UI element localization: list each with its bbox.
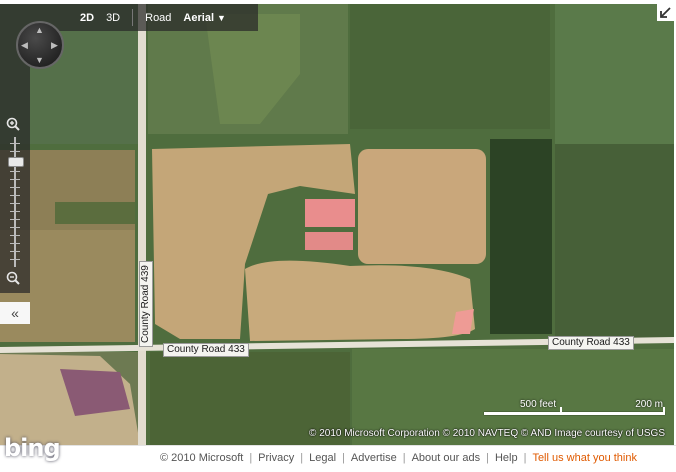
zoom-tick xyxy=(10,259,20,260)
footer-separator: | xyxy=(523,452,527,464)
footer-separator: | xyxy=(402,452,406,464)
zoom-tick xyxy=(10,195,20,196)
footer-separator: | xyxy=(342,452,345,464)
footer-legal-link[interactable]: Legal xyxy=(309,452,336,464)
footer-about-ads-link[interactable]: About our ads xyxy=(412,452,481,464)
scale-feet-label: 500 feet xyxy=(520,399,557,410)
footer-privacy-link[interactable]: Privacy xyxy=(258,452,294,464)
zoom-tick xyxy=(10,143,20,144)
zoom-tick xyxy=(10,235,20,236)
footer-feedback-link[interactable]: Tell us what you think xyxy=(532,452,637,464)
footer-separator: | xyxy=(249,452,253,464)
footer-copyright: © 2010 Microsoft xyxy=(160,452,244,464)
zoom-tick xyxy=(10,151,20,152)
aerial-style-label: Aerial xyxy=(183,11,214,24)
road-label-county-road-439: County Road 439 xyxy=(139,261,153,347)
aerial-style-button[interactable]: Aerial ▼ xyxy=(177,12,232,24)
footer-advertise-link[interactable]: Advertise xyxy=(351,452,397,464)
zoom-tick xyxy=(10,179,20,180)
zoom-slider-thumb[interactable] xyxy=(8,157,24,167)
footer-separator: | xyxy=(300,452,304,464)
collapse-nav-button[interactable]: « xyxy=(0,302,30,324)
bing-logo[interactable]: bing xyxy=(4,434,61,462)
road-style-button[interactable]: Road xyxy=(139,12,177,24)
chevron-down-icon: ▼ xyxy=(217,12,226,23)
zoom-tick xyxy=(10,203,20,204)
toolbar-divider xyxy=(132,9,134,26)
zoom-tick xyxy=(10,227,20,228)
footer-help-link[interactable]: Help xyxy=(495,452,518,464)
zoom-tick xyxy=(10,187,20,188)
pan-down-icon[interactable]: ▼ xyxy=(35,56,44,65)
pan-right-icon[interactable]: ▶ xyxy=(51,41,58,50)
scale-tick xyxy=(560,407,562,413)
scale-bar-line xyxy=(484,412,665,415)
expand-map-icon[interactable] xyxy=(657,4,674,21)
road-label-county-road-433-east: County Road 433 xyxy=(548,336,634,350)
road-label-county-road-433-west: County Road 433 xyxy=(163,343,249,357)
zoom-out-icon[interactable] xyxy=(6,271,20,285)
zoom-tick xyxy=(10,243,20,244)
view-2d-button[interactable]: 2D xyxy=(74,12,100,24)
zoom-tick xyxy=(10,219,20,220)
pan-compass-control[interactable]: ▲ ▼ ◀ ▶ xyxy=(16,21,64,69)
pan-left-icon[interactable]: ◀ xyxy=(21,41,28,50)
scale-bar: 500 feet 200 m xyxy=(484,397,665,421)
aerial-imagery xyxy=(0,4,674,445)
aerial-map[interactable]: County Road 439 County Road 433 County R… xyxy=(0,4,674,445)
footer-links: © 2010 Microsoft | Privacy | Legal | Advertise… xyxy=(160,452,637,464)
zoom-in-icon[interactable] xyxy=(6,117,20,131)
scale-tick xyxy=(663,407,665,413)
zoom-tick xyxy=(10,171,20,172)
pan-up-icon[interactable]: ▲ xyxy=(35,26,44,35)
zoom-tick xyxy=(10,251,20,252)
scale-meters-label: 200 m xyxy=(635,399,663,410)
zoom-tick xyxy=(10,211,20,212)
view-3d-button[interactable]: 3D xyxy=(100,12,126,24)
footer-separator: | xyxy=(486,452,489,464)
map-copyright: © 2010 Microsoft Corporation © 2010 NAVT… xyxy=(309,428,665,439)
navigation-control: « xyxy=(0,31,30,324)
